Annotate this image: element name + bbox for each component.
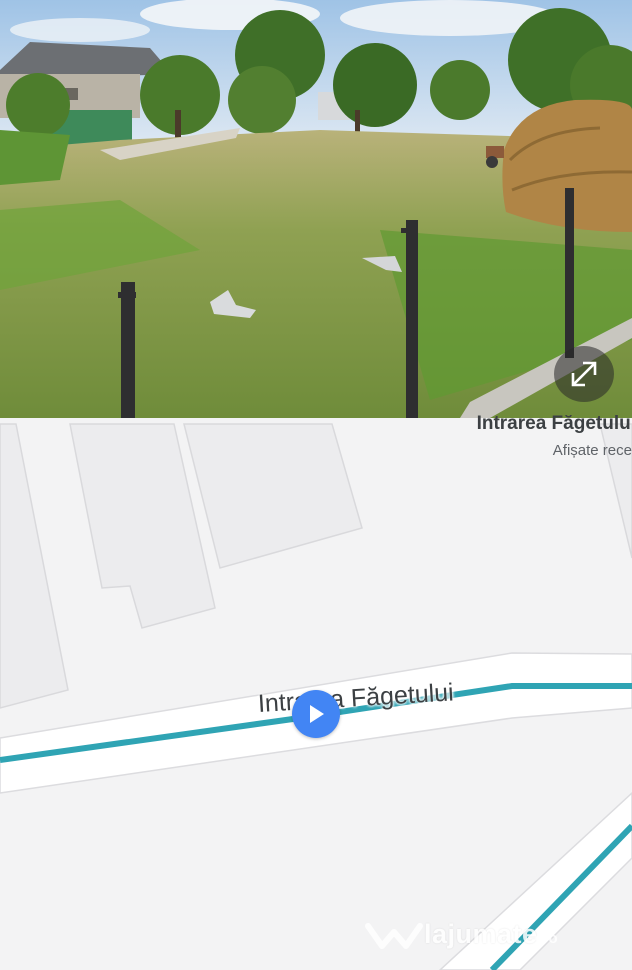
expand-arrows-icon xyxy=(571,361,597,387)
play-icon xyxy=(310,705,324,723)
watermark-brand: lajumate xyxy=(424,918,538,949)
street-view-image[interactable] xyxy=(0,0,632,418)
play-button[interactable] xyxy=(292,690,340,738)
watermark: lajumate .ro xyxy=(364,914,558,954)
watermark-tld: .ro xyxy=(538,929,558,947)
street-view-scene xyxy=(0,0,632,418)
lajumate-logo-icon xyxy=(365,923,423,949)
location-subtitle: Afișate rece xyxy=(552,442,632,459)
expand-button[interactable] xyxy=(554,346,614,402)
location-title: Intrarea Făgetului xyxy=(476,413,632,434)
